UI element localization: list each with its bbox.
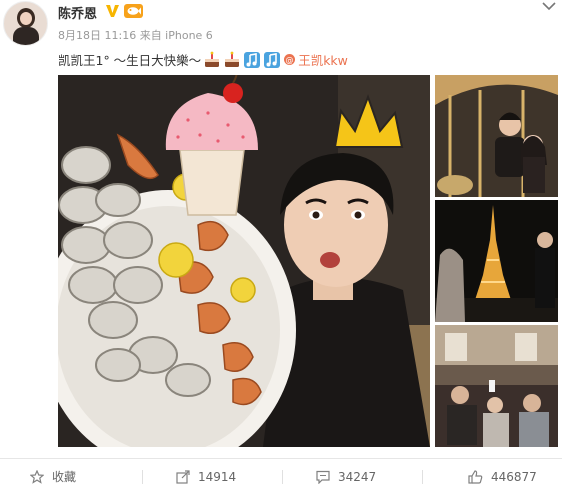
comment-button[interactable]: 34247 bbox=[316, 459, 376, 493]
forward-icon bbox=[176, 469, 190, 484]
post-body: 凯凯王1° ～生日大快樂～ bbox=[58, 53, 202, 68]
mention-name: 王凯kkw bbox=[298, 53, 348, 68]
post-text: 凯凯王1° ～生日大快樂～ @ 王凯kkw bbox=[58, 50, 348, 69]
forward-count: 14914 bbox=[198, 469, 237, 484]
post-meta: 8月18日 11:16 来自 iPhone 6 bbox=[58, 29, 213, 42]
main-photo[interactable] bbox=[58, 75, 430, 447]
verified-icon bbox=[106, 5, 119, 17]
cake-emoji-icon bbox=[225, 51, 240, 67]
divider bbox=[282, 470, 283, 484]
avatar[interactable] bbox=[3, 1, 48, 46]
mention-link[interactable]: @ 王凯kkw bbox=[283, 50, 348, 69]
chevron-down-icon[interactable] bbox=[541, 0, 557, 12]
svg-text:@: @ bbox=[286, 56, 294, 65]
comment-count: 34247 bbox=[338, 469, 377, 484]
thumbs-up-icon bbox=[468, 469, 483, 484]
divider bbox=[142, 470, 143, 484]
weibo-post: 陈乔恩 8月18日 11:16 来自 iPhone 6 凯凯王1° ～生日大快樂… bbox=[0, 0, 562, 493]
photo-thumbnail[interactable] bbox=[435, 200, 558, 322]
star-icon bbox=[30, 469, 44, 484]
comment-icon bbox=[316, 470, 330, 484]
music-note-emoji-icon bbox=[264, 51, 281, 68]
photo-thumbnail[interactable] bbox=[435, 75, 558, 197]
action-bar: 收藏 14914 34247 446877 bbox=[0, 458, 562, 493]
favorite-button[interactable]: 收藏 bbox=[30, 459, 76, 493]
username[interactable]: 陈乔恩 bbox=[58, 3, 97, 22]
divider bbox=[422, 470, 423, 484]
forward-button[interactable]: 14914 bbox=[176, 459, 236, 493]
cake-emoji-icon bbox=[205, 51, 220, 67]
photo-thumbnail[interactable] bbox=[435, 325, 558, 447]
favorite-label: 收藏 bbox=[52, 470, 77, 484]
like-count: 446877 bbox=[491, 469, 537, 484]
music-note-emoji-icon bbox=[244, 51, 261, 68]
vip-icon[interactable] bbox=[124, 4, 143, 18]
link-icon: @ bbox=[284, 54, 296, 65]
like-button[interactable]: 446877 bbox=[468, 459, 537, 493]
